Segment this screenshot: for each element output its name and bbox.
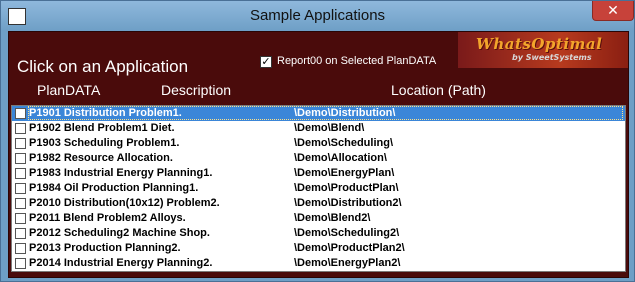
row-checkbox[interactable]: [15, 228, 26, 239]
prompt-label: Click on an Application: [17, 57, 189, 76]
list-item[interactable]: P1902 Blend Problem1 Diet. \Demo\Blend\: [12, 121, 625, 136]
row-checkbox[interactable]: [15, 258, 26, 269]
window-title: Sample Applications: [249, 7, 386, 24]
application-name: P2014 Industrial Energy Planning2.: [29, 257, 213, 269]
row-checkbox[interactable]: [15, 108, 26, 119]
application-path: \Demo\Blend2\: [294, 212, 371, 224]
list-item[interactable]: P1903 Scheduling Problem1. \Demo\Scheduli…: [12, 136, 625, 151]
column-header-description: Description: [161, 82, 232, 98]
application-path: \Demo\EnergyPlan\: [294, 167, 395, 179]
application-path: \Demo\ProductPlan2\: [294, 242, 405, 254]
list-item[interactable]: P1901 Distribution Problem1. \Demo\Distri…: [12, 106, 625, 121]
list-item[interactable]: P1982 Resource Allocation. \Demo\Allocati…: [12, 151, 625, 166]
list-item[interactable]: P2013 Production Planning2. \Demo\Product…: [12, 241, 625, 256]
list-item[interactable]: P2014 Industrial Energy Planning2. \Demo\…: [12, 256, 625, 271]
application-path: \Demo\Blend\: [294, 122, 365, 134]
application-name: P1982 Resource Allocation.: [29, 152, 173, 164]
row-checkbox[interactable]: [15, 168, 26, 179]
row-checkbox[interactable]: [15, 153, 26, 164]
application-name: P2012 Scheduling2 Machine Shop.: [29, 227, 210, 239]
row-checkbox[interactable]: [15, 123, 26, 134]
row-checkbox[interactable]: [15, 243, 26, 254]
app-window: Sample Applications ✕ Click on an Applic…: [0, 0, 635, 282]
logo-main-text: WhatsOptimal: [476, 35, 603, 53]
application-path: \Demo\ProductPlan\: [294, 182, 399, 194]
row-checkbox[interactable]: [15, 138, 26, 149]
application-name: P1902 Blend Problem1 Diet.: [29, 122, 175, 134]
application-path: \Demo\Scheduling\: [294, 137, 394, 149]
application-name: P1984 Oil Production Planning1.: [29, 182, 199, 194]
client-area: Click on an Application ✓ Report00 on Se…: [8, 31, 629, 278]
row-checkbox[interactable]: [15, 198, 26, 209]
application-name: P1983 Industrial Energy Planning1.: [29, 167, 213, 179]
row-checkbox[interactable]: [15, 213, 26, 224]
application-name: P1901 Distribution Problem1.: [29, 107, 182, 119]
application-name: P2013 Production Planning2.: [29, 242, 181, 254]
close-button[interactable]: ✕: [592, 1, 634, 21]
list-item[interactable]: P1983 Industrial Energy Planning1. \Demo\…: [12, 166, 625, 181]
application-list[interactable]: P1901 Distribution Problem1. \Demo\Distri…: [11, 105, 626, 272]
report-checkbox[interactable]: ✓: [260, 56, 272, 68]
report-checkbox-label: Report00 on Selected PlanDATA: [277, 55, 437, 67]
application-path: \Demo\EnergyPlan2\: [294, 257, 401, 269]
application-path: \Demo\Distribution2\: [294, 197, 402, 209]
list-item[interactable]: P2012 Scheduling2 Machine Shop. \Demo\Sch…: [12, 226, 625, 241]
application-name: P1903 Scheduling Problem1.: [29, 137, 180, 149]
list-item[interactable]: P1984 Oil Production Planning1. \Demo\Pro…: [12, 181, 625, 196]
list-item[interactable]: P2011 Blend Problem2 Alloys. \Demo\Blend2…: [12, 211, 625, 226]
list-item[interactable]: P2010 Distribution(10x12) Problem2. \Demo…: [12, 196, 625, 211]
whatsoptimal-logo: WhatsOptimal by SweetSystems: [458, 32, 628, 68]
application-name: P2011 Blend Problem2 Alloys.: [29, 212, 186, 224]
column-header-location: Location (Path): [391, 82, 486, 98]
application-path: \Demo\Distribution\: [294, 107, 396, 119]
row-checkbox[interactable]: [15, 183, 26, 194]
application-path: \Demo\Scheduling2\: [294, 227, 400, 239]
logo-sub-text: by SweetSystems: [512, 53, 592, 62]
title-bar[interactable]: Sample Applications ✕: [1, 1, 634, 31]
application-path: \Demo\Allocation\: [294, 152, 387, 164]
application-name: P2010 Distribution(10x12) Problem2.: [29, 197, 220, 209]
column-header-plandata: PlanDATA: [37, 82, 101, 98]
